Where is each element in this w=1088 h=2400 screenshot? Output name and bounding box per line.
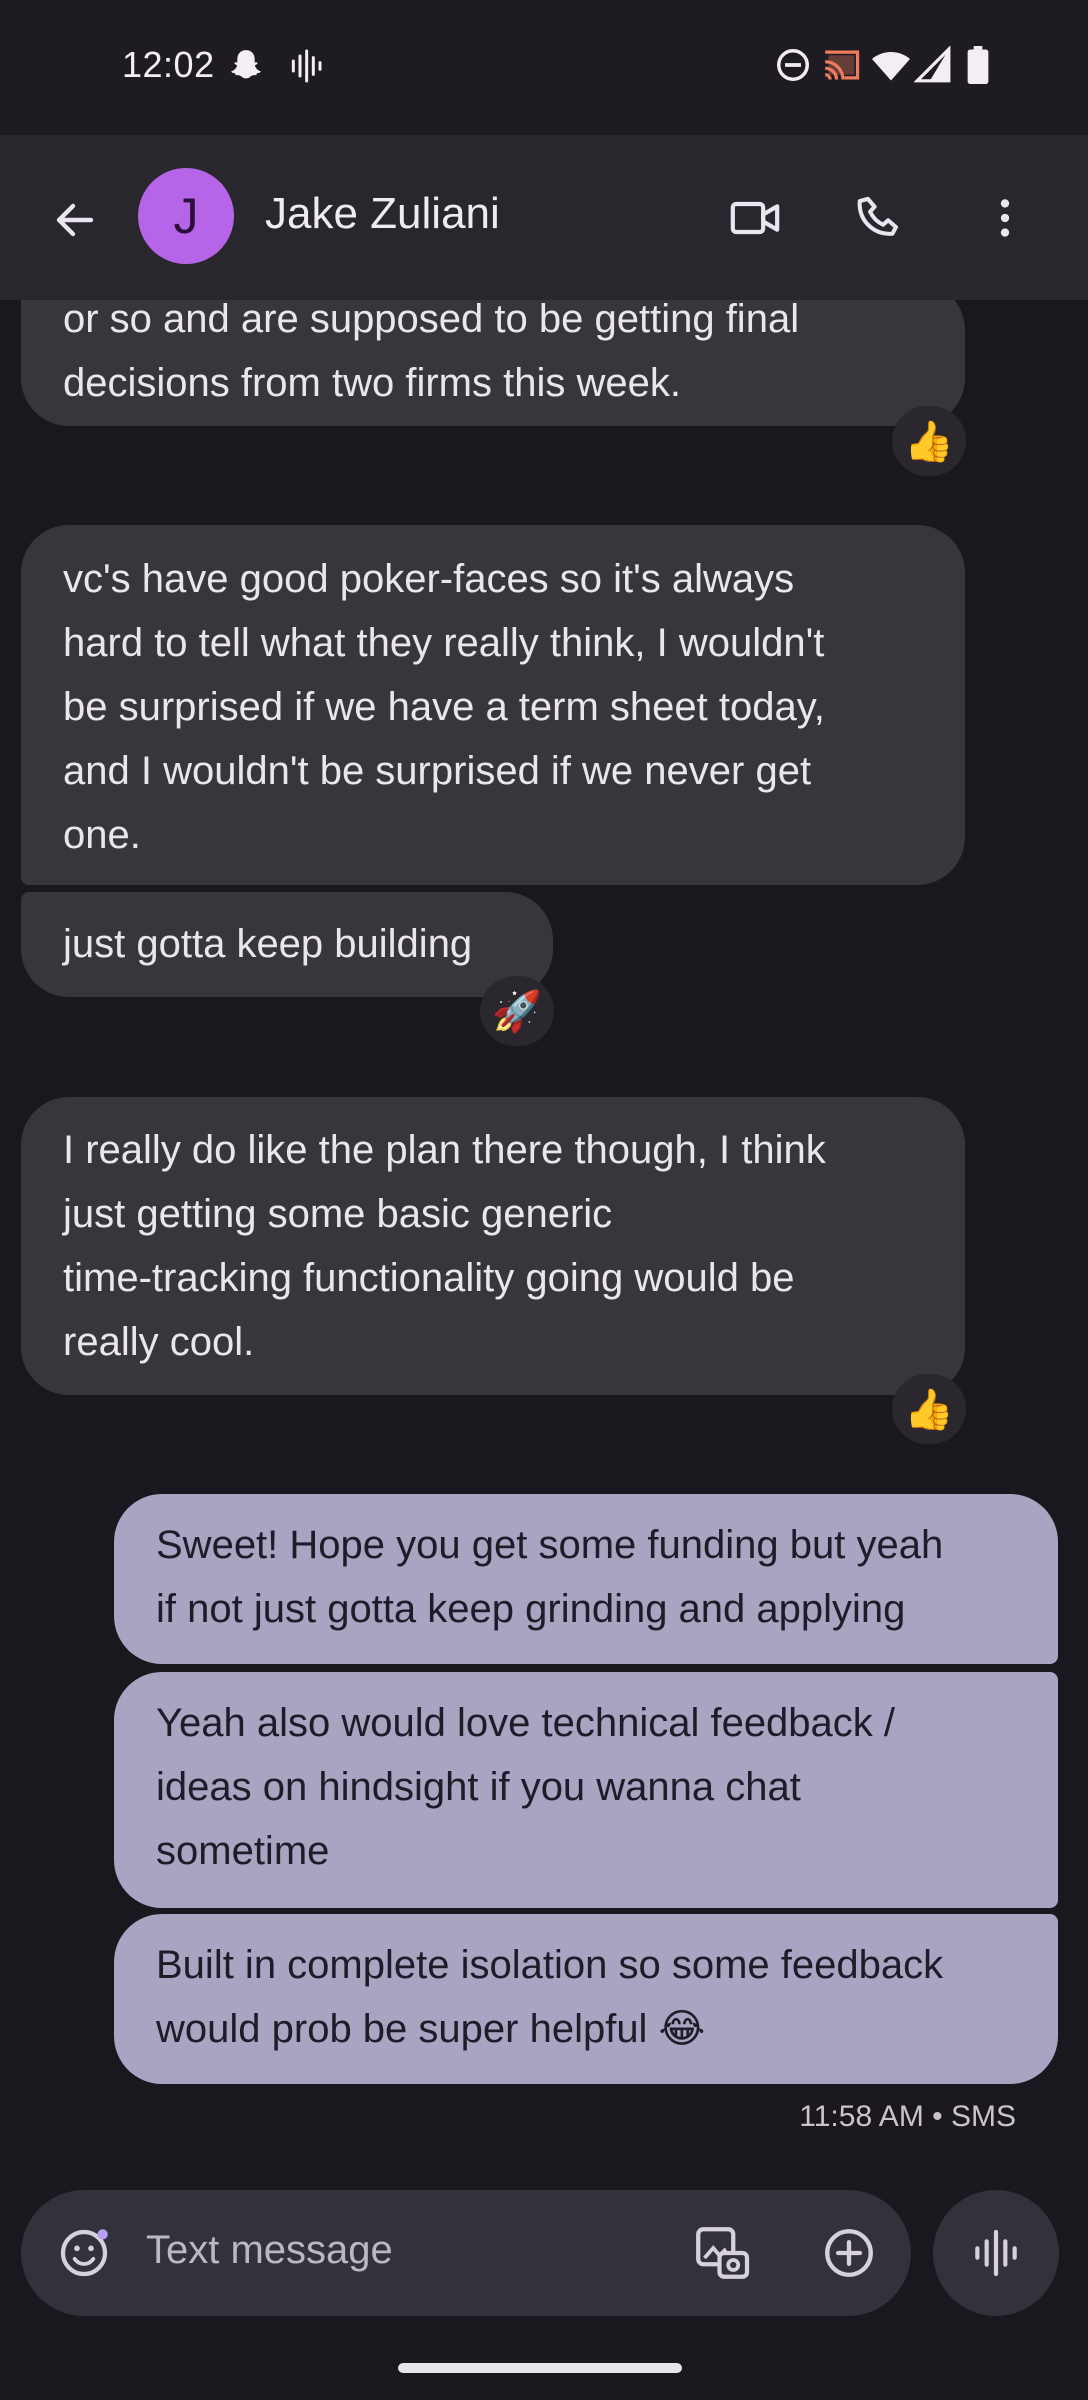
do-not-disturb-icon: [774, 46, 812, 89]
message-line: would prob be super helpful 😂: [156, 2007, 706, 2051]
signal-icon: [913, 45, 952, 89]
more-options-button[interactable]: [970, 183, 1040, 253]
message-line: decisions from two firms this week.: [63, 361, 681, 405]
message-line: just getting some basic generic: [63, 1192, 613, 1236]
message-line: time-tracking functionality going would …: [63, 1256, 795, 1300]
message-line: Built in complete isolation so some feed…: [156, 1943, 944, 1987]
add-circle-icon: [825, 2229, 873, 2277]
voice-wave-icon: [975, 2229, 1017, 2277]
incoming-message[interactable]: vc's have good poker-faces so it's alway…: [21, 525, 965, 885]
message-line: one.: [63, 813, 141, 857]
emoji-icon: [60, 2229, 108, 2277]
back-button[interactable]: [40, 185, 110, 255]
message-line: if not just gotta keep grinding and appl…: [156, 1587, 906, 1631]
outgoing-message[interactable]: Built in complete isolation so some feed…: [114, 1914, 1058, 2084]
outgoing-message[interactable]: Sweet! Hope you get some funding but yea…: [114, 1494, 1058, 1664]
message-input[interactable]: Text message: [146, 2228, 393, 2273]
message-line: or so and are supposed to be getting fin…: [63, 300, 800, 341]
battery-icon: [966, 46, 990, 89]
more-vert-icon: [1000, 199, 1010, 237]
message-line: Yeah also would love technical feedback …: [156, 1701, 896, 1745]
cast-icon: [822, 46, 864, 89]
attach-button[interactable]: [814, 2218, 884, 2288]
wifi-icon: [870, 46, 912, 89]
status-bar: 12:02: [0, 0, 1088, 135]
message-line: sometime: [156, 1829, 330, 1873]
conversation-header: J Jake Zuliani: [0, 135, 1088, 300]
message-line: just gotta keep building: [63, 922, 473, 966]
incoming-message[interactable]: I really do like the plan there though, …: [21, 1097, 965, 1395]
image-icon: [696, 2227, 750, 2279]
incoming-message[interactable]: just gotta keep building: [21, 892, 553, 997]
home-indicator[interactable]: [398, 2363, 682, 2373]
message-line: ideas on hindsight if you wanna chat: [156, 1765, 801, 1809]
message-composer[interactable]: Text message: [21, 2190, 911, 2316]
snapchat-icon: [226, 46, 266, 91]
voice-wave-icon: [285, 46, 325, 91]
message-line: Sweet! Hope you get some funding but yea…: [156, 1523, 944, 1567]
gallery-button[interactable]: [687, 2218, 757, 2288]
video-call-button[interactable]: [720, 183, 790, 253]
arrow-back-icon: [56, 203, 94, 237]
reaction-rocket[interactable]: 🚀: [480, 976, 554, 1046]
video-camera-icon: [730, 201, 780, 235]
message-line: hard to tell what they really think, I w…: [63, 621, 825, 665]
message-line: and I wouldn't be surprised if we never …: [63, 749, 812, 793]
incoming-message[interactable]: or so and are supposed to be getting fin…: [21, 300, 965, 426]
contact-name[interactable]: Jake Zuliani: [265, 189, 500, 239]
status-time: 12:02: [122, 44, 215, 85]
voice-message-button[interactable]: [933, 2190, 1059, 2316]
contact-avatar[interactable]: J: [138, 168, 234, 264]
reaction-thumbs-up[interactable]: 👍: [892, 406, 966, 476]
message-list[interactable]: or so and are supposed to be getting fin…: [0, 300, 1088, 2190]
message-line: be surprised if we have a term sheet tod…: [63, 685, 825, 729]
message-timestamp: 11:58 AM • SMS: [799, 2100, 1016, 2133]
phone-call-button[interactable]: [845, 183, 915, 253]
message-line: vc's have good poker-faces so it's alway…: [63, 557, 795, 601]
emoji-button[interactable]: [49, 2218, 119, 2288]
message-line: really cool.: [63, 1320, 255, 1364]
phone-icon: [857, 196, 898, 236]
reaction-thumbs-up[interactable]: 👍: [892, 1374, 966, 1444]
outgoing-message[interactable]: Yeah also would love technical feedback …: [114, 1672, 1058, 1908]
message-line: I really do like the plan there though, …: [63, 1128, 826, 1172]
